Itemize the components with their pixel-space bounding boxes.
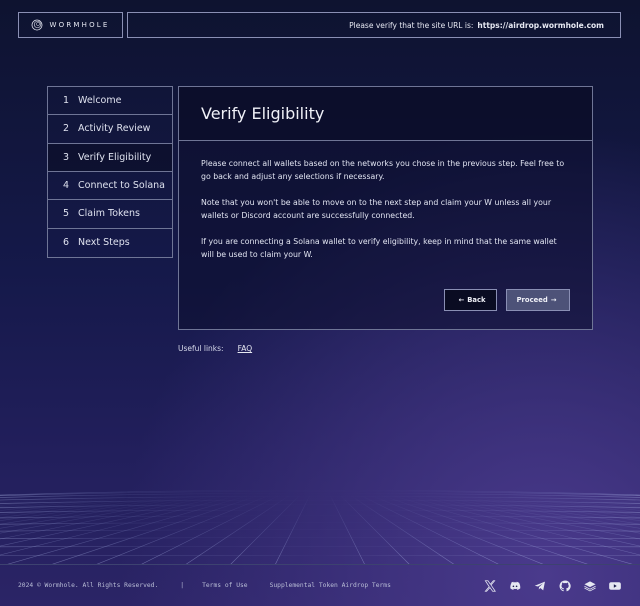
url-notice: Please verify that the site URL is: http… bbox=[127, 12, 621, 38]
x-twitter-icon[interactable] bbox=[483, 579, 497, 593]
step-label: Claim Tokens bbox=[78, 208, 140, 220]
steps-sidebar: 1 Welcome 2 Activity Review 3 Verify Eli… bbox=[47, 86, 173, 258]
step-welcome[interactable]: 1 Welcome bbox=[48, 87, 172, 116]
copyright: 2024 © Wormhole. All Rights Reserved. bbox=[18, 582, 159, 589]
step-number: 3 bbox=[63, 151, 70, 163]
step-verify-eligibility[interactable]: 3 Verify Eligibility bbox=[48, 143, 172, 172]
telegram-icon[interactable] bbox=[533, 579, 547, 593]
step-label: Verify Eligibility bbox=[78, 151, 152, 163]
panel-header: Verify Eligibility bbox=[179, 87, 592, 141]
url-notice-text: Please verify that the site URL is: bbox=[349, 20, 474, 30]
instruction-paragraph: If you are connecting a Solana wallet to… bbox=[201, 237, 557, 259]
instruction-paragraph: Please connect all wallets based on the … bbox=[201, 159, 565, 181]
useful-links-label: Useful links: bbox=[178, 344, 224, 353]
step-number: 6 bbox=[63, 237, 70, 249]
step-next-steps[interactable]: 6 Next Steps bbox=[48, 229, 172, 257]
step-activity-review[interactable]: 2 Activity Review bbox=[48, 115, 172, 144]
step-connect-to-solana[interactable]: 4 Connect to Solana bbox=[48, 172, 172, 201]
grid-floor-decoration bbox=[0, 489, 640, 565]
step-number: 1 bbox=[63, 95, 70, 107]
footer: 2024 © Wormhole. All Rights Reserved. | … bbox=[0, 564, 640, 606]
logo[interactable]: WORMHOLE bbox=[18, 12, 123, 38]
step-label: Welcome bbox=[78, 95, 122, 107]
step-label: Next Steps bbox=[78, 237, 130, 249]
panel-body: Please connect all wallets based on the … bbox=[179, 141, 592, 261]
instruction-paragraph: Note that you won't be able to move on t… bbox=[201, 198, 552, 220]
social-links bbox=[483, 579, 622, 593]
wormhole-logo-icon bbox=[32, 19, 43, 31]
panel-actions: ← Back Proceed → bbox=[444, 289, 570, 311]
logo-text: WORMHOLE bbox=[49, 21, 110, 29]
back-button[interactable]: ← Back bbox=[444, 289, 497, 311]
proceed-button[interactable]: Proceed → bbox=[506, 289, 570, 311]
github-icon[interactable] bbox=[558, 579, 572, 593]
arrow-right-icon: → bbox=[550, 296, 557, 304]
useful-links: Useful links: FAQ bbox=[178, 344, 252, 353]
docs-icon[interactable] bbox=[583, 579, 597, 593]
faq-link[interactable]: FAQ bbox=[238, 344, 253, 353]
arrow-left-icon: ← bbox=[458, 296, 465, 304]
step-number: 5 bbox=[63, 208, 70, 220]
page-title: Verify Eligibility bbox=[201, 104, 325, 123]
step-label: Activity Review bbox=[78, 123, 151, 135]
supplemental-terms-link[interactable]: Supplemental Token Airdrop Terms bbox=[270, 582, 391, 589]
back-label: Back bbox=[467, 296, 486, 304]
discord-icon[interactable] bbox=[508, 579, 522, 593]
terms-of-use-link[interactable]: Terms of Use bbox=[202, 582, 248, 589]
step-number: 4 bbox=[63, 180, 70, 192]
footer-separator: | bbox=[180, 582, 185, 589]
verify-eligibility-panel: Verify Eligibility Please connect all wa… bbox=[178, 86, 593, 330]
site-url: https://airdrop.wormhole.com bbox=[477, 20, 604, 30]
youtube-icon[interactable] bbox=[608, 579, 622, 593]
step-label: Connect to Solana bbox=[78, 180, 166, 192]
proceed-label: Proceed bbox=[516, 296, 548, 304]
step-number: 2 bbox=[63, 123, 70, 135]
step-claim-tokens[interactable]: 5 Claim Tokens bbox=[48, 200, 172, 229]
